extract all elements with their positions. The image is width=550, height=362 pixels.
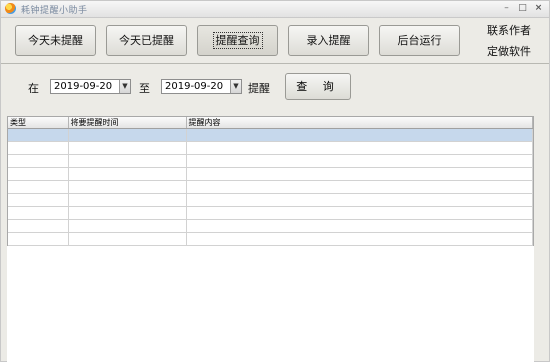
window-title: 耗钟提醒小助手 <box>21 6 88 16</box>
from-date-picker[interactable]: 2019-09-20 ▼ <box>50 79 131 94</box>
column-header-content[interactable]: 提醒内容 <box>186 117 533 129</box>
custom-software-link[interactable]: 定做软件 <box>487 43 531 59</box>
table-row[interactable] <box>8 180 533 194</box>
divider <box>1 63 549 64</box>
table-row[interactable] <box>8 167 533 181</box>
table-row[interactable] <box>8 232 533 246</box>
today-unreminded-label: 今天未提醒 <box>28 34 83 47</box>
table-row[interactable] <box>8 193 533 207</box>
add-reminder-button[interactable]: 录入提醒 <box>288 25 369 56</box>
run-background-button[interactable]: 后台运行 <box>379 25 460 56</box>
table-row[interactable] <box>8 206 533 220</box>
add-reminder-label: 录入提醒 <box>306 34 351 47</box>
from-date-value: 2019-09-20 <box>54 81 113 92</box>
minimize-icon[interactable]: – <box>501 3 512 14</box>
table-header: 类型 将要提醒时间 提醒内容 <box>8 117 533 129</box>
column-header-time[interactable]: 将要提醒时间 <box>68 117 187 129</box>
today-reminded-label: 今天已提醒 <box>119 34 174 47</box>
reminder-query-label: 提醒查询 <box>212 32 263 49</box>
from-label: 在 <box>28 82 39 95</box>
to-date-picker[interactable]: 2019-09-20 ▼ <box>161 79 242 94</box>
main-window: 耗钟提醒小助手 – □ × 今天未提醒 今天已提醒 提醒查询 录入提醒 后台运行… <box>0 0 550 362</box>
maximize-icon[interactable]: □ <box>517 3 528 14</box>
clock-app-icon <box>5 3 16 14</box>
query-button[interactable]: 查 询 <box>285 73 351 100</box>
title-bar[interactable]: 耗钟提醒小助手 – □ × <box>1 1 549 18</box>
table-row[interactable] <box>8 219 533 233</box>
run-background-label: 后台运行 <box>397 34 442 47</box>
table-row[interactable] <box>8 141 533 155</box>
column-header-type[interactable]: 类型 <box>8 117 69 129</box>
table-row[interactable] <box>8 128 533 142</box>
table-row[interactable] <box>8 154 533 168</box>
reminder-query-button[interactable]: 提醒查询 <box>197 25 278 56</box>
to-date-value: 2019-09-20 <box>165 81 224 92</box>
chevron-down-icon[interactable]: ▼ <box>119 80 130 93</box>
today-unreminded-button[interactable]: 今天未提醒 <box>15 25 96 56</box>
remind-suffix-label: 提醒 <box>248 82 270 95</box>
to-label: 至 <box>139 82 150 95</box>
details-panel <box>7 246 534 362</box>
today-reminded-button[interactable]: 今天已提醒 <box>106 25 187 56</box>
contact-author-link[interactable]: 联系作者 <box>487 22 531 38</box>
close-icon[interactable]: × <box>533 3 544 14</box>
chevron-down-icon[interactable]: ▼ <box>230 80 241 93</box>
reminder-table[interactable]: 类型 将要提醒时间 提醒内容 <box>7 116 534 246</box>
